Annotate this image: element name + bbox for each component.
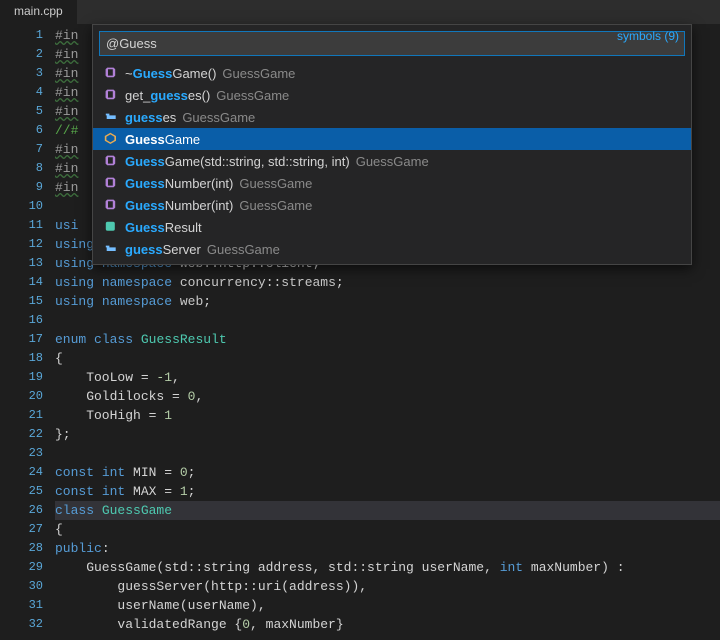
line-number: 20 bbox=[0, 387, 43, 406]
code-line[interactable]: class GuessGame bbox=[55, 501, 720, 520]
code-line[interactable]: using namespace web; bbox=[55, 292, 720, 311]
line-number: 19 bbox=[0, 368, 43, 387]
symbol-item[interactable]: get_guesses() GuessGame bbox=[93, 84, 691, 106]
code-line[interactable]: using namespace concurrency::streams; bbox=[55, 273, 720, 292]
line-number: 16 bbox=[0, 311, 43, 330]
symbol-item[interactable]: GuessNumber(int) GuessGame bbox=[93, 172, 691, 194]
symbol-item[interactable]: GuessResult bbox=[93, 216, 691, 238]
symbol-label: ~GuessGame() bbox=[125, 66, 216, 81]
line-number: 18 bbox=[0, 349, 43, 368]
code-line[interactable]: enum class GuessResult bbox=[55, 330, 720, 349]
code-line[interactable]: { bbox=[55, 349, 720, 368]
symbol-item[interactable]: GuessGame bbox=[93, 128, 691, 150]
line-number: 14 bbox=[0, 273, 43, 292]
code-line[interactable]: userName(userName), bbox=[55, 596, 720, 615]
code-line[interactable]: validatedRange {0, maxNumber} bbox=[55, 615, 720, 634]
class-icon bbox=[103, 131, 119, 147]
symbol-label: guessServer bbox=[125, 242, 201, 257]
symbol-container: GuessGame bbox=[216, 88, 289, 103]
line-number: 1 bbox=[0, 26, 43, 45]
symbol-count: symbols (9) bbox=[617, 29, 679, 43]
line-number: 10 bbox=[0, 197, 43, 216]
symbol-container: GuessGame bbox=[222, 66, 295, 81]
code-line[interactable] bbox=[55, 444, 720, 463]
symbol-item[interactable]: guessServer GuessGame bbox=[93, 238, 691, 260]
line-number: 12 bbox=[0, 235, 43, 254]
line-number: 30 bbox=[0, 577, 43, 596]
method-icon bbox=[103, 65, 119, 81]
code-line[interactable]: const int MIN = 0; bbox=[55, 463, 720, 482]
symbol-label: GuessGame bbox=[125, 132, 200, 147]
symbol-picker: symbols (9) ~GuessGame()GuessGameget_gue… bbox=[92, 24, 692, 265]
method-icon bbox=[103, 175, 119, 191]
code-line[interactable]: public: bbox=[55, 539, 720, 558]
method-icon bbox=[103, 197, 119, 213]
symbol-label: GuessNumber(int) bbox=[125, 198, 233, 213]
tab-bar: main.cpp bbox=[0, 0, 720, 24]
line-number: 21 bbox=[0, 406, 43, 425]
symbol-container: GuessGame bbox=[239, 198, 312, 213]
code-line[interactable]: guessServer(http::uri(address)), bbox=[55, 577, 720, 596]
field-icon bbox=[103, 109, 119, 125]
line-number: 2 bbox=[0, 45, 43, 64]
tab-main-cpp[interactable]: main.cpp bbox=[0, 0, 77, 24]
symbol-item[interactable]: GuessGame(std::string, std::string, int)… bbox=[93, 150, 691, 172]
method-icon bbox=[103, 87, 119, 103]
code-line[interactable]: const int MAX = 1; bbox=[55, 482, 720, 501]
line-number: 28 bbox=[0, 539, 43, 558]
line-number: 13 bbox=[0, 254, 43, 273]
symbol-container: GuessGame bbox=[356, 154, 429, 169]
symbol-label: GuessResult bbox=[125, 220, 202, 235]
symbol-label: GuessGame(std::string, std::string, int) bbox=[125, 154, 350, 169]
symbol-container: GuessGame bbox=[207, 242, 280, 257]
symbol-label: guesses bbox=[125, 110, 176, 125]
line-number: 3 bbox=[0, 64, 43, 83]
code-line[interactable]: GuessGame(std::string address, std::stri… bbox=[55, 558, 720, 577]
line-number: 6 bbox=[0, 121, 43, 140]
line-number: 23 bbox=[0, 444, 43, 463]
line-number: 32 bbox=[0, 615, 43, 634]
symbol-container: GuessGame bbox=[182, 110, 255, 125]
code-line[interactable]: }; bbox=[55, 425, 720, 444]
line-number: 22 bbox=[0, 425, 43, 444]
line-number: 4 bbox=[0, 83, 43, 102]
symbol-label: GuessNumber(int) bbox=[125, 176, 233, 191]
line-gutter: 1234567891011121314151617181920212223242… bbox=[0, 24, 55, 640]
line-number: 17 bbox=[0, 330, 43, 349]
symbol-list: symbols (9) ~GuessGame()GuessGameget_gue… bbox=[93, 62, 691, 264]
symbol-search-input[interactable] bbox=[99, 31, 685, 56]
symbol-container: GuessGame bbox=[239, 176, 312, 191]
field-icon bbox=[103, 241, 119, 257]
line-number: 9 bbox=[0, 178, 43, 197]
method-icon bbox=[103, 153, 119, 169]
line-number: 25 bbox=[0, 482, 43, 501]
line-number: 31 bbox=[0, 596, 43, 615]
symbol-item[interactable]: GuessNumber(int) GuessGame bbox=[93, 194, 691, 216]
line-number: 8 bbox=[0, 159, 43, 178]
line-number: 5 bbox=[0, 102, 43, 121]
line-number: 26 bbox=[0, 501, 43, 520]
line-number: 27 bbox=[0, 520, 43, 539]
line-number: 29 bbox=[0, 558, 43, 577]
code-line[interactable]: TooHigh = 1 bbox=[55, 406, 720, 425]
symbol-item[interactable]: guesses GuessGame bbox=[93, 106, 691, 128]
enum-icon bbox=[103, 219, 119, 235]
line-number: 24 bbox=[0, 463, 43, 482]
line-number: 15 bbox=[0, 292, 43, 311]
symbol-item[interactable]: ~GuessGame() GuessGame bbox=[93, 62, 691, 84]
code-line[interactable]: { bbox=[55, 520, 720, 539]
line-number: 7 bbox=[0, 140, 43, 159]
code-line[interactable]: Goldilocks = 0, bbox=[55, 387, 720, 406]
code-line[interactable] bbox=[55, 311, 720, 330]
symbol-label: get_guesses() bbox=[125, 88, 210, 103]
line-number: 11 bbox=[0, 216, 43, 235]
code-line[interactable]: TooLow = -1, bbox=[55, 368, 720, 387]
